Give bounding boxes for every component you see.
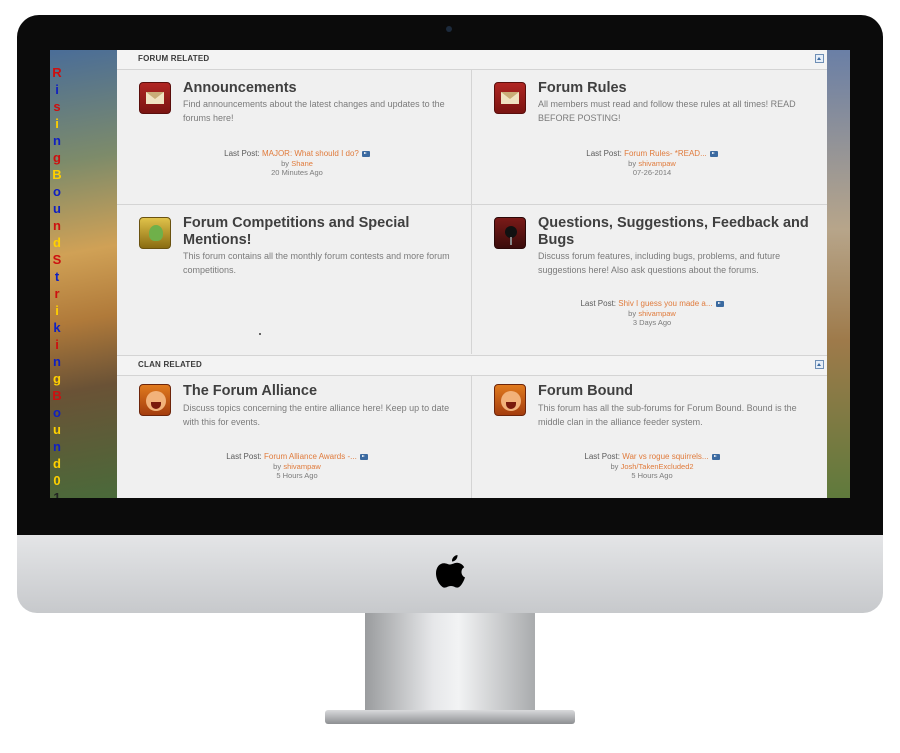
forum-title[interactable]: Forum Competitions and Special Mentions! — [183, 215, 463, 249]
forum-item-forum-alliance[interactable]: The Forum Alliance Discuss topics concer… — [117, 375, 472, 498]
forum-title[interactable]: Questions, Suggestions, Feedback and Bug… — [538, 215, 818, 249]
gold-bag-icon — [139, 217, 171, 249]
sidebar-letter: i — [55, 116, 59, 131]
last-post-time: 5 Hours Ago — [631, 471, 673, 480]
screen: RisingBoundStrikingBound01KG FORUM RELAT… — [50, 50, 850, 498]
last-post: Last Post: Forum Alliance Awards -... by… — [147, 452, 447, 481]
background-art-left: RisingBoundStrikingBound01KG — [50, 50, 117, 498]
apple-logo-icon — [436, 555, 465, 588]
forum-description: This forum contains all the monthly foru… — [183, 251, 450, 275]
bomb-icon — [494, 217, 526, 249]
go-to-post-icon[interactable] — [715, 300, 724, 307]
sidebar-letter: d — [53, 456, 61, 471]
sidebar-letter: k — [53, 320, 61, 335]
last-post-user[interactable]: shivampaw — [638, 159, 676, 168]
sidebar-letter: R — [52, 65, 62, 80]
background-art-right — [827, 50, 850, 498]
forum-title[interactable]: Forum Rules — [538, 80, 818, 97]
last-post-time: 20 Minutes Ago — [271, 168, 323, 177]
go-to-post-icon[interactable] — [711, 453, 720, 460]
sidebar-letter: B — [52, 167, 62, 182]
category-title: FORUM RELATED — [138, 54, 210, 63]
sidebar-letter: B — [52, 388, 62, 403]
last-post-user[interactable]: shivampaw — [283, 462, 321, 471]
last-post-link[interactable]: Forum Rules- *READ... — [624, 149, 707, 158]
sidebar-letter: i — [55, 337, 59, 352]
last-post-time: 07-26-2014 — [632, 168, 672, 177]
go-to-post-icon[interactable] — [709, 150, 718, 157]
sidebar-letter: i — [55, 303, 59, 318]
last-post-link[interactable]: Shiv I guess you made a... — [618, 299, 712, 308]
go-to-post-icon[interactable] — [361, 150, 370, 157]
collapse-icon[interactable] — [815, 360, 824, 369]
sidebar-letters: RisingBoundStrikingBound01KG — [52, 64, 62, 498]
sidebar-letter: n — [53, 133, 61, 148]
collapse-icon[interactable] — [815, 54, 824, 63]
sidebar-letter: n — [53, 439, 61, 454]
forum-description: All members must read and follow these r… — [538, 99, 796, 123]
imac-stand-base — [325, 710, 575, 724]
sidebar-letter: t — [54, 269, 60, 284]
last-post: Last Post: War vs rogue squirrels... by … — [502, 452, 802, 481]
forum-title[interactable]: The Forum Alliance — [183, 383, 463, 400]
last-post-user[interactable]: shivampaw — [638, 309, 676, 318]
barbarian-icon — [139, 384, 171, 416]
envelope-icon — [139, 82, 171, 114]
sidebar-letter: n — [53, 218, 61, 233]
last-post-user[interactable]: Shane — [291, 159, 313, 168]
last-post-time: 5 Hours Ago — [276, 471, 318, 480]
sidebar-letter: d — [53, 235, 61, 250]
sidebar-letter: S — [52, 252, 62, 267]
forum-item-announcements[interactable]: Announcements Find announcements about t… — [117, 70, 472, 204]
forum-item-questions-suggestions[interactable]: Questions, Suggestions, Feedback and Bug… — [471, 205, 827, 354]
sidebar-letter: 1 — [53, 490, 61, 498]
sidebar-letter: o — [53, 405, 61, 420]
forum-item-forum-bound[interactable]: Forum Bound This forum has all the sub-f… — [471, 375, 827, 498]
last-post: Last Post: MAJOR: What should I do? by S… — [147, 149, 447, 178]
category-header-clan-related: CLAN RELATED — [117, 355, 827, 376]
last-post-link[interactable]: Forum Alliance Awards -... — [264, 452, 357, 461]
forum-title[interactable]: Announcements — [183, 80, 463, 97]
imac-stand — [365, 613, 535, 713]
sidebar-letter: g — [53, 150, 61, 165]
dot — [259, 333, 261, 335]
barbarian-icon — [494, 384, 526, 416]
sidebar-letter: o — [53, 184, 61, 199]
sidebar-letter: u — [53, 201, 61, 216]
sidebar-letter: i — [55, 82, 59, 97]
forum-description: Find announcements about the latest chan… — [183, 99, 445, 123]
envelope-icon — [494, 82, 526, 114]
last-post-user[interactable]: Josh/TakenExcluded2 — [621, 462, 694, 471]
sidebar-letter: g — [53, 371, 61, 386]
sidebar-letter: 0 — [53, 473, 61, 488]
sidebar-letter: n — [53, 354, 61, 369]
sidebar-letter: r — [54, 286, 60, 301]
sidebar-letter: s — [53, 99, 61, 114]
last-post-link[interactable]: MAJOR: What should I do? — [262, 149, 359, 158]
last-post: Last Post: Shiv I guess you made a... by… — [502, 299, 802, 328]
forum-description: Discuss topics concerning the entire all… — [183, 403, 450, 427]
forum-description: This forum has all the sub-forums for Fo… — [538, 403, 797, 427]
forum-item-forum-rules[interactable]: Forum Rules All members must read and fo… — [471, 70, 827, 204]
forum-list: FORUM RELATED Announcements Find announc… — [117, 50, 827, 498]
category-title: CLAN RELATED — [138, 360, 203, 369]
forum-title[interactable]: Forum Bound — [538, 383, 818, 400]
sidebar-letter: u — [53, 422, 61, 437]
forum-description: Discuss forum features, including bugs, … — [538, 251, 781, 275]
go-to-post-icon[interactable] — [359, 453, 368, 460]
camera-icon — [446, 26, 452, 32]
forum-item-competitions[interactable]: Forum Competitions and Special Mentions!… — [117, 205, 472, 354]
last-post-link[interactable]: War vs rogue squirrels... — [622, 452, 708, 461]
last-post: Last Post: Forum Rules- *READ... by shiv… — [502, 149, 802, 178]
category-header-forum-related: FORUM RELATED — [117, 50, 827, 70]
last-post-time: 3 Days Ago — [632, 318, 672, 327]
